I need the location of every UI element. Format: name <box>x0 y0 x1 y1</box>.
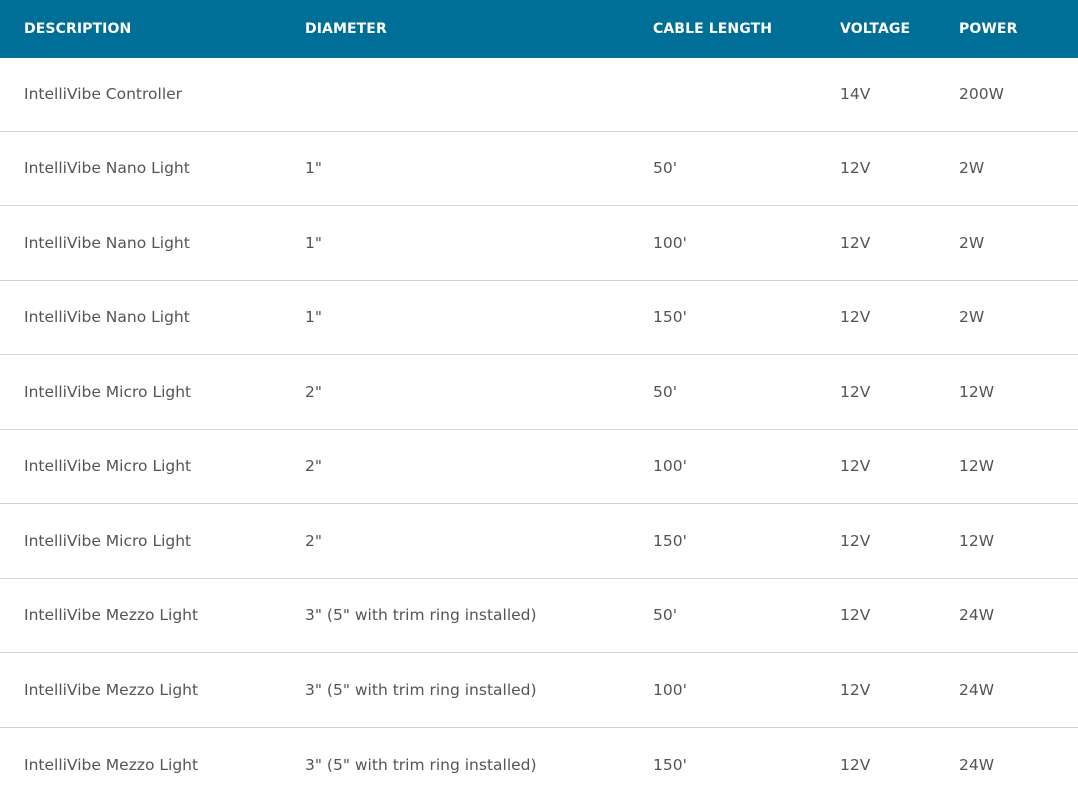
header-power: POWER <box>959 21 1018 37</box>
cell-power: 200W <box>959 85 1004 104</box>
cell-diameter: 3" (5" with trim ring installed) <box>305 606 537 625</box>
cell-description: IntelliVibe Mezzo Light <box>24 755 199 774</box>
cell-power: 2W <box>959 233 985 252</box>
cell-cable-length: 100' <box>653 457 687 476</box>
cell-cable-length: 50' <box>653 606 677 625</box>
table-row: IntelliVibe Micro Light 2" 150' 12V 12W <box>0 503 1078 579</box>
cell-description: IntelliVibe Mezzo Light <box>24 606 199 625</box>
cell-cable-length <box>629 58 816 131</box>
cell-diameter <box>281 58 629 131</box>
cell-voltage: 12V <box>840 755 871 774</box>
cell-voltage: 12V <box>840 680 871 699</box>
cell-description: IntelliVibe Nano Light <box>24 159 190 178</box>
table-row: IntelliVibe Mezzo Light 3" (5" with trim… <box>0 727 1078 802</box>
table-row: IntelliVibe Mezzo Light 3" (5" with trim… <box>0 578 1078 653</box>
cell-description: IntelliVibe Controller <box>24 85 183 104</box>
table-row: IntelliVibe Controller 14V 200W <box>0 58 1078 131</box>
cell-description: IntelliVibe Micro Light <box>24 382 192 401</box>
cell-diameter: 2" <box>305 457 322 476</box>
cell-diameter: 3" (5" with trim ring installed) <box>305 755 537 774</box>
header-cable-length: CABLE LENGTH <box>653 21 773 37</box>
table-row: IntelliVibe Nano Light 1" 150' 12V 2W <box>0 280 1078 355</box>
cell-diameter: 1" <box>305 308 322 327</box>
cell-diameter: 1" <box>305 233 322 252</box>
cell-power: 2W <box>959 159 985 178</box>
header-row: DESCRIPTION DIAMETER CABLE LENGTH VOLTAG… <box>0 0 1078 58</box>
cell-cable-length: 150' <box>653 531 687 550</box>
cell-cable-length: 150' <box>653 755 687 774</box>
cell-voltage: 12V <box>840 531 871 550</box>
cell-cable-length: 50' <box>653 382 677 401</box>
table-header: DESCRIPTION DIAMETER CABLE LENGTH VOLTAG… <box>0 0 1078 58</box>
cell-diameter: 2" <box>305 531 322 550</box>
cell-cable-length: 100' <box>653 233 687 252</box>
cell-power: 12W <box>959 382 995 401</box>
table-row: IntelliVibe Mezzo Light 3" (5" with trim… <box>0 652 1078 728</box>
cell-description: IntelliVibe Micro Light <box>24 457 192 476</box>
cell-power: 12W <box>959 457 995 476</box>
table-row: IntelliVibe Nano Light 1" 100' 12V 2W <box>0 205 1078 281</box>
specifications-table: DESCRIPTION DIAMETER CABLE LENGTH VOLTAG… <box>0 0 1078 802</box>
cell-cable-length: 100' <box>653 680 687 699</box>
cell-voltage: 12V <box>840 457 871 476</box>
table-row: IntelliVibe Nano Light 1" 50' 12V 2W <box>0 131 1078 206</box>
cell-description: IntelliVibe Mezzo Light <box>24 680 199 699</box>
cell-power: 12W <box>959 531 995 550</box>
table-row: IntelliVibe Micro Light 2" 100' 12V 12W <box>0 429 1078 504</box>
table-row: IntelliVibe Micro Light 2" 50' 12V 12W <box>0 354 1078 430</box>
cell-voltage: 14V <box>840 85 871 104</box>
cell-description: IntelliVibe Micro Light <box>24 531 192 550</box>
cell-power: 24W <box>959 680 995 699</box>
cell-voltage: 12V <box>840 233 871 252</box>
cell-power: 24W <box>959 755 995 774</box>
header-voltage: VOLTAGE <box>840 21 911 37</box>
cell-voltage: 12V <box>840 308 871 327</box>
cell-diameter: 2" <box>305 382 322 401</box>
cell-cable-length: 150' <box>653 308 687 327</box>
cell-voltage: 12V <box>840 382 871 401</box>
cell-power: 2W <box>959 308 985 327</box>
cell-power: 24W <box>959 606 995 625</box>
cell-voltage: 12V <box>840 606 871 625</box>
cell-cable-length: 50' <box>653 159 677 178</box>
cell-voltage: 12V <box>840 159 871 178</box>
cell-description: IntelliVibe Nano Light <box>24 233 190 252</box>
table-body: IntelliVibe Controller 14V 200W IntelliV… <box>0 58 1078 802</box>
cell-description: IntelliVibe Nano Light <box>24 308 190 327</box>
cell-diameter: 3" (5" with trim ring installed) <box>305 680 537 699</box>
cell-diameter: 1" <box>305 159 322 178</box>
header-description: DESCRIPTION <box>24 21 132 37</box>
header-diameter: DIAMETER <box>305 21 387 37</box>
